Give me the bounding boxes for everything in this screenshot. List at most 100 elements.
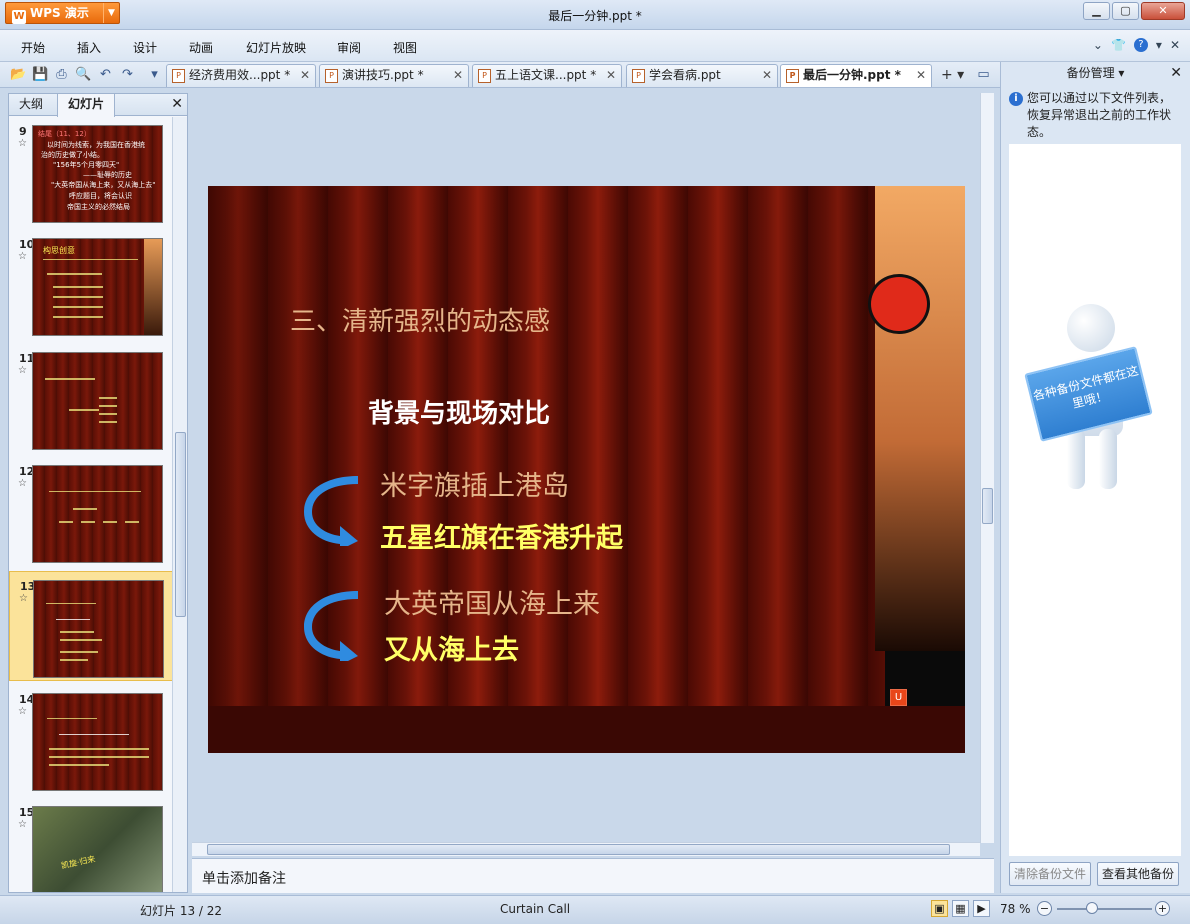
zoom-slider-thumb[interactable] xyxy=(1086,902,1098,914)
animation-star-icon: ☆ xyxy=(18,706,27,717)
scrollbar-thumb[interactable] xyxy=(982,488,993,524)
backup-pane-header[interactable]: 备份管理 ▾ ✕ xyxy=(1001,62,1190,84)
doc-tab-4[interactable]: P 学会看病.ppt ✕ xyxy=(626,64,778,87)
slide-thumbnail: 构思创意 xyxy=(32,238,163,336)
close-doc-icon[interactable]: ✕ xyxy=(1170,38,1180,52)
thumb-line xyxy=(103,521,117,523)
thumb-line xyxy=(69,409,99,411)
slide-thumb-item-selected[interactable]: 13 ☆ xyxy=(9,571,173,681)
backup-pane-title: 备份管理 xyxy=(1066,66,1115,80)
maximize-button[interactable]: ▢ xyxy=(1112,2,1139,20)
slide-editing-canvas: 三、清新强烈的动态感 背景与现场对比 米字旗插上港岛 五星红旗在香港升起 大英帝… xyxy=(192,93,994,856)
document-tab-bar: 📂 💾 ⎙ 🔍 ↶ ↷ ▾ P 经济费用效...ppt * ✕ P 演讲技巧.p… xyxy=(0,62,1000,88)
print-preview-icon[interactable]: 🔍 xyxy=(75,66,92,83)
menu-design[interactable]: 设计 xyxy=(133,39,157,56)
thumb-line xyxy=(47,718,97,719)
ppt-file-icon: P xyxy=(786,69,799,83)
close-window-button[interactable]: ✕ xyxy=(1141,2,1185,20)
slide-text-pair2-a[interactable]: 大英帝国从海上来 xyxy=(384,582,600,621)
help-icon[interactable]: ? xyxy=(1133,38,1148,52)
thumb-line xyxy=(60,631,94,633)
open-folder-icon[interactable]: 📂 xyxy=(10,66,27,83)
close-tab-icon[interactable]: ✕ xyxy=(606,65,616,86)
menu-right-tools: ⌄ 👕 ? ▾ ✕ xyxy=(1093,38,1180,52)
slide-thumbnail xyxy=(33,580,164,678)
ppt-file-icon: P xyxy=(632,69,645,83)
thumb-line xyxy=(49,756,149,758)
menu-insert[interactable]: 插入 xyxy=(77,39,101,56)
menu-review[interactable]: 审阅 xyxy=(337,39,361,56)
doc-tab-2[interactable]: P 演讲技巧.ppt * ✕ xyxy=(319,64,469,87)
thumb-line xyxy=(56,619,90,620)
slide-title[interactable]: 三、清新强烈的动态感 xyxy=(290,301,550,338)
slide-text-pair1-a[interactable]: 米字旗插上港岛 xyxy=(380,464,569,503)
slide-sorter-icon[interactable]: ▦ xyxy=(952,900,969,917)
menu-slideshow[interactable]: 幻灯片放映 xyxy=(246,39,306,56)
thumb-line xyxy=(49,748,149,750)
curved-arrow-icon[interactable] xyxy=(304,476,358,546)
action-badge-icon[interactable]: U xyxy=(890,689,907,706)
customize-toolbar-icon[interactable]: ▾ xyxy=(146,66,163,83)
doc-tab-3[interactable]: P 五上语文课...ppt * ✕ xyxy=(472,64,622,87)
slide-thumb-item[interactable]: 15 ☆ 凯旋·归来 xyxy=(9,798,173,892)
close-pane-icon[interactable]: ✕ xyxy=(1170,62,1182,84)
undo-icon[interactable]: ↶ xyxy=(97,66,114,83)
close-tab-icon[interactable]: ✕ xyxy=(916,65,926,86)
close-tab-icon[interactable]: ✕ xyxy=(762,65,772,86)
curved-arrow-icon[interactable] xyxy=(304,591,358,661)
close-tab-icon[interactable]: ✕ xyxy=(453,65,463,86)
normal-view-icon[interactable]: ▣ xyxy=(931,900,948,917)
doc-tab-5[interactable]: P 最后一分钟.ppt * ✕ xyxy=(780,64,932,87)
clear-backup-button[interactable]: 清除备份文件 xyxy=(1009,862,1091,886)
tab-slides[interactable]: 幻灯片 xyxy=(57,94,116,117)
thumb-line xyxy=(60,659,88,661)
help-dropdown-icon[interactable]: ▾ xyxy=(1156,38,1162,52)
redo-icon[interactable]: ↷ xyxy=(119,66,136,83)
menu-bar: 开始 插入 设计 动画 幻灯片放映 审阅 视图 ⌄ 👕 ? ▾ ✕ xyxy=(0,30,1190,62)
close-pane-icon[interactable]: ✕ xyxy=(171,96,183,112)
slide-vertical-scrollbar[interactable] xyxy=(980,93,994,843)
slide-thumb-item[interactable]: 10 ☆ 构思创意 xyxy=(9,230,173,340)
save-icon[interactable]: 💾 xyxy=(32,66,49,83)
notes-input[interactable]: 单击添加备注 xyxy=(192,858,994,893)
thumb-line xyxy=(43,259,138,260)
minimize-button[interactable]: ▁ xyxy=(1083,2,1110,20)
skin-icon[interactable]: 👕 xyxy=(1111,38,1126,52)
slide-subtitle[interactable]: 背景与现场对比 xyxy=(368,393,550,430)
doc-tab-1[interactable]: P 经济费用效...ppt * ✕ xyxy=(166,64,316,87)
menu-start[interactable]: 开始 xyxy=(21,39,45,56)
slideshow-view-icon[interactable]: ▶ xyxy=(973,900,990,917)
tab-outline[interactable]: 大纲 xyxy=(9,94,53,116)
close-tab-icon[interactable]: ✕ xyxy=(300,65,310,86)
slide-thumb-item[interactable]: 9 ☆ 结尾（11、12） 以时间为线索，为我国在香港统 治的历史做了小结。 "… xyxy=(9,117,173,227)
menu-view[interactable]: 视图 xyxy=(393,39,417,56)
animation-star-icon: ☆ xyxy=(18,819,27,830)
slide-thumb-item[interactable]: 12 ☆ xyxy=(9,457,173,567)
slide-thumbnail-photo: 凯旋·归来 xyxy=(32,806,163,892)
zoom-out-icon[interactable]: − xyxy=(1037,901,1052,916)
collapse-ribbon-icon[interactable]: ⌄ xyxy=(1093,38,1103,52)
zoom-slider-track[interactable] xyxy=(1057,908,1152,910)
tab-list-icon[interactable]: ▭ xyxy=(975,66,992,83)
print-icon[interactable]: ⎙ xyxy=(53,66,70,83)
slide-horizontal-scrollbar[interactable] xyxy=(192,842,980,856)
current-slide[interactable]: 三、清新强烈的动态感 背景与现场对比 米字旗插上港岛 五星红旗在香港升起 大英帝… xyxy=(208,186,965,753)
thumb-line xyxy=(60,639,102,641)
menu-animation[interactable]: 动画 xyxy=(189,39,213,56)
scrollbar-thumb[interactable] xyxy=(207,844,950,855)
slide-thumb-item[interactable]: 14 ☆ xyxy=(9,685,173,795)
thumb-line xyxy=(45,378,95,380)
new-tab-button[interactable]: + ▾ xyxy=(935,65,969,86)
scrollbar-thumb[interactable] xyxy=(175,432,186,617)
view-other-backup-button[interactable]: 查看其他备份 xyxy=(1097,862,1179,886)
animation-star-icon: ☆ xyxy=(19,593,28,604)
theme-name: Curtain Call xyxy=(500,902,571,916)
zoom-in-icon[interactable]: + xyxy=(1155,901,1170,916)
thumbnail-scrollbar[interactable] xyxy=(172,117,187,892)
slide-text-pair1-b[interactable]: 五星红旗在香港升起 xyxy=(380,516,623,555)
torn-paper-edge xyxy=(875,186,965,651)
thumb-text: 帝国主义的必然结局 xyxy=(67,203,130,211)
slide-thumb-item[interactable]: 11 ☆ xyxy=(9,344,173,454)
slide-text-pair2-b[interactable]: 又从海上去 xyxy=(384,628,519,667)
thumb-line xyxy=(53,306,103,308)
